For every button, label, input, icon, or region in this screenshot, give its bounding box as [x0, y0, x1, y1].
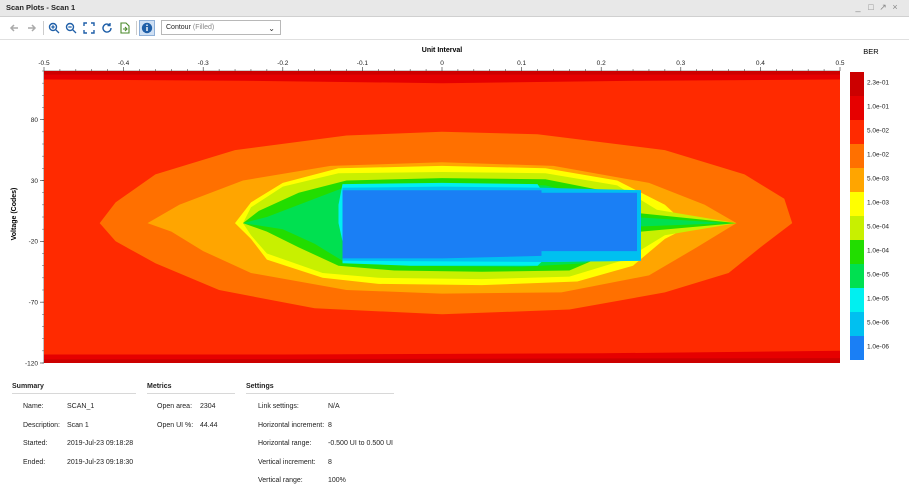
open-area-value: 2304 [200, 403, 216, 410]
x-tick-label: 0.5 [835, 60, 844, 67]
vertical-range-value: 100% [328, 477, 346, 484]
back-icon[interactable] [6, 20, 22, 36]
settings-title: Settings [246, 383, 274, 390]
metrics-divider [147, 393, 235, 394]
x-axis: -0.5 -0.4 -0.3 -0.2 -0.1 0 0.1 0.2 0.3 0.4 0.5 [38, 60, 845, 72]
horizontal-increment-value: 8 [328, 422, 332, 429]
close-icon[interactable]: × [890, 2, 900, 13]
zoom-in-icon[interactable] [46, 20, 62, 36]
legend-title: BER [863, 47, 879, 56]
window-titlebar: Scan Plots - Scan 1 _ □ ↗ × [0, 0, 909, 17]
legend-swatch [850, 240, 864, 264]
legend-label: 1.0e-03 [867, 200, 889, 207]
chevron-down-icon: ⌄ [268, 24, 275, 33]
legend-swatch [850, 168, 864, 192]
toolbar: Contour (Filled) ⌄ [0, 17, 909, 40]
settings-divider [246, 393, 394, 394]
link-settings-label: Link settings: [258, 403, 299, 410]
x-tick-label: 0.2 [597, 60, 606, 67]
x-tick-label: 0.3 [676, 60, 685, 67]
legend-label: 5.0e-02 [867, 128, 889, 135]
fit-icon[interactable] [81, 20, 97, 36]
legend-label: 1.0e-04 [867, 248, 889, 255]
legend-label: 2.3e-01 [867, 80, 889, 87]
legend-label: 1.0e-02 [867, 152, 889, 159]
description-label: Description: [23, 422, 60, 429]
x-tick-label: 0.4 [756, 60, 765, 67]
zoom-out-icon[interactable] [63, 20, 79, 36]
summary-divider [12, 393, 136, 394]
metrics-title: Metrics [147, 383, 172, 390]
ended-value: 2019-Jul-23 09:18:30 [67, 459, 134, 466]
y-axis-title: Voltage (Codes) [11, 188, 18, 241]
ber-legend: 2.3e-01 1.0e-01 5.0e-02 1.0e-02 5.0e-03 1.0e-… [850, 72, 889, 360]
restore-icon[interactable]: □ [866, 2, 876, 13]
x-axis-title: Unit Interval [422, 47, 463, 54]
y-tick-label: -20 [29, 239, 39, 246]
export-icon[interactable] [117, 20, 133, 36]
x-tick-label: -0.5 [38, 60, 50, 67]
vertical-range-label: Vertical range: [258, 477, 303, 484]
vertical-increment-value: 8 [328, 459, 332, 466]
y-tick-label: 80 [31, 117, 39, 124]
legend-swatch [850, 144, 864, 168]
horizontal-increment-label: Horizontal increment: [258, 422, 325, 429]
legend-swatch [850, 336, 864, 360]
x-tick-label: -0.1 [357, 60, 369, 67]
summary-title: Summary [12, 383, 44, 390]
horizontal-range-value: -0.500 UI to 0.500 UI [328, 440, 393, 447]
popout-icon[interactable]: ↗ [878, 2, 888, 13]
legend-label: 1.0e-01 [867, 104, 889, 111]
legend-swatch [850, 216, 864, 240]
legend-swatch [850, 264, 864, 288]
description-value: Scan 1 [67, 422, 89, 429]
x-tick-label: -0.4 [118, 60, 130, 67]
x-tick-label: 0.1 [517, 60, 526, 67]
legend-swatch [850, 72, 864, 96]
ended-label: Ended: [23, 459, 46, 466]
legend-label: 1.0e-05 [867, 296, 889, 303]
vertical-increment-label: Vertical increment: [258, 459, 316, 466]
toolbar-divider [136, 21, 137, 35]
info-icon[interactable] [139, 20, 155, 36]
name-label: Name: [23, 403, 44, 410]
y-tick-label: -120 [25, 360, 38, 367]
name-value: SCAN_1 [67, 403, 95, 410]
x-tick-label: -0.2 [277, 60, 289, 67]
started-label: Started: [23, 440, 48, 447]
plot-type-value: Contour (Filled) [166, 24, 215, 31]
y-tick-label: -70 [29, 299, 39, 306]
legend-swatch [850, 96, 864, 120]
window-title: Scan Plots - Scan 1 [6, 3, 76, 12]
y-tick-label: 30 [31, 178, 39, 185]
legend-swatch [850, 192, 864, 216]
open-ui-value: 44.44 [200, 422, 218, 429]
contour-area[interactable] [44, 71, 840, 363]
plot-type-select[interactable]: Contour (Filled) ⌄ [161, 20, 281, 35]
open-ui-label: Open UI %: [157, 422, 194, 429]
open-area-label: Open area: [157, 403, 193, 410]
forward-icon[interactable] [24, 20, 40, 36]
legend-swatch [850, 120, 864, 144]
contour-2-3e-01-top [44, 71, 840, 75]
link-settings-value: N/A [328, 403, 340, 410]
minimize-icon[interactable]: _ [853, 2, 863, 13]
x-tick-label: 0 [440, 60, 444, 67]
eye-scan-plot[interactable]: Unit Interval -0.5 -0.4 -0.3 -0.2 -0.1 0 0.1 0.… [0, 40, 909, 370]
horizontal-range-label: Horizontal range: [258, 440, 312, 447]
legend-label: 5.0e-04 [867, 224, 889, 231]
x-tick-label: -0.3 [198, 60, 210, 67]
refresh-icon[interactable] [99, 20, 115, 36]
legend-swatch [850, 312, 864, 336]
legend-label: 5.0e-05 [867, 272, 889, 279]
started-value: 2019-Jul-23 09:18:28 [67, 440, 134, 447]
legend-label: 5.0e-03 [867, 176, 889, 183]
legend-label: 5.0e-06 [867, 320, 889, 327]
legend-swatch [850, 288, 864, 312]
y-axis: 80 30 -20 -70 -120 [25, 70, 45, 367]
contour-1e-06 [342, 190, 637, 259]
legend-label: 1.0e-06 [867, 344, 889, 351]
toolbar-divider [43, 21, 44, 35]
